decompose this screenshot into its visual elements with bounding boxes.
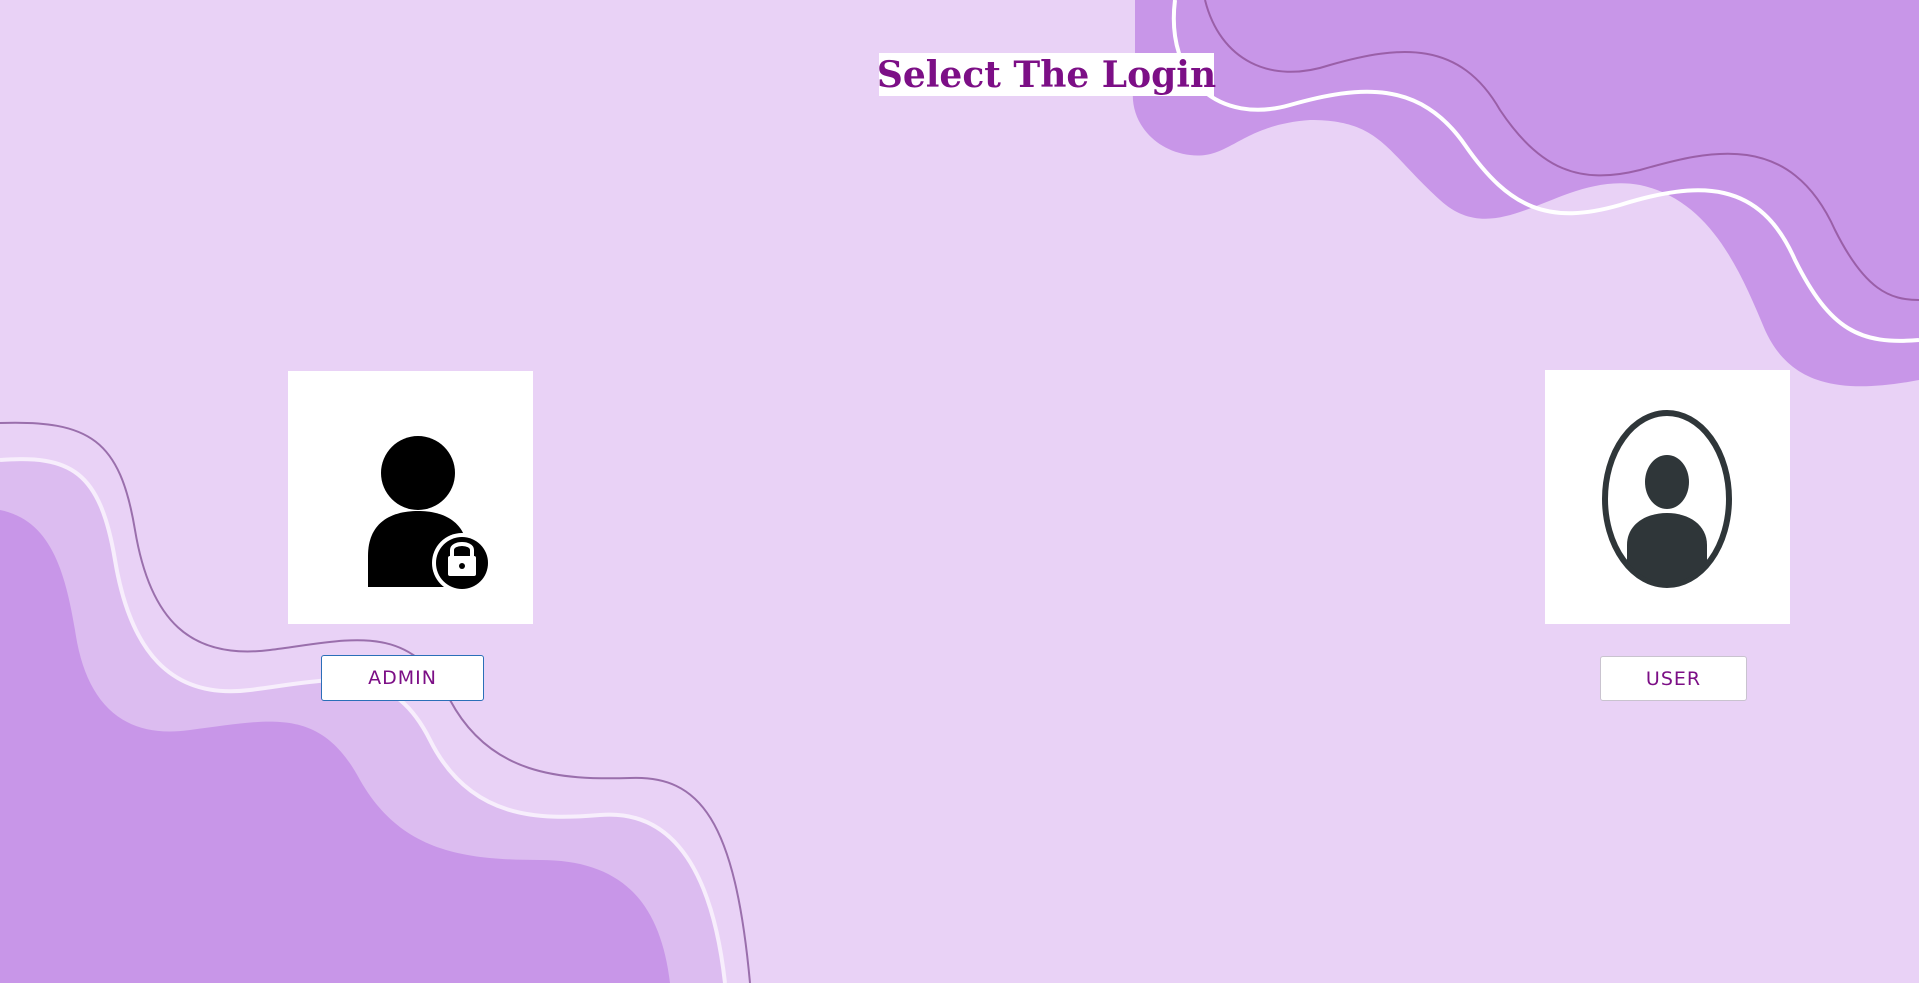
admin-card[interactable] [288, 371, 533, 624]
title-box: Select The Login [876, 53, 1217, 96]
page-title: Select The Login [876, 53, 1217, 96]
top-right-wave [1132, 0, 1919, 387]
admin-login-button[interactable]: ADMIN [321, 655, 484, 701]
user-login-button[interactable]: USER [1600, 656, 1747, 701]
user-card[interactable] [1545, 370, 1790, 624]
admin-lock-icon [368, 436, 492, 593]
user-avatar-icon [1602, 410, 1732, 588]
